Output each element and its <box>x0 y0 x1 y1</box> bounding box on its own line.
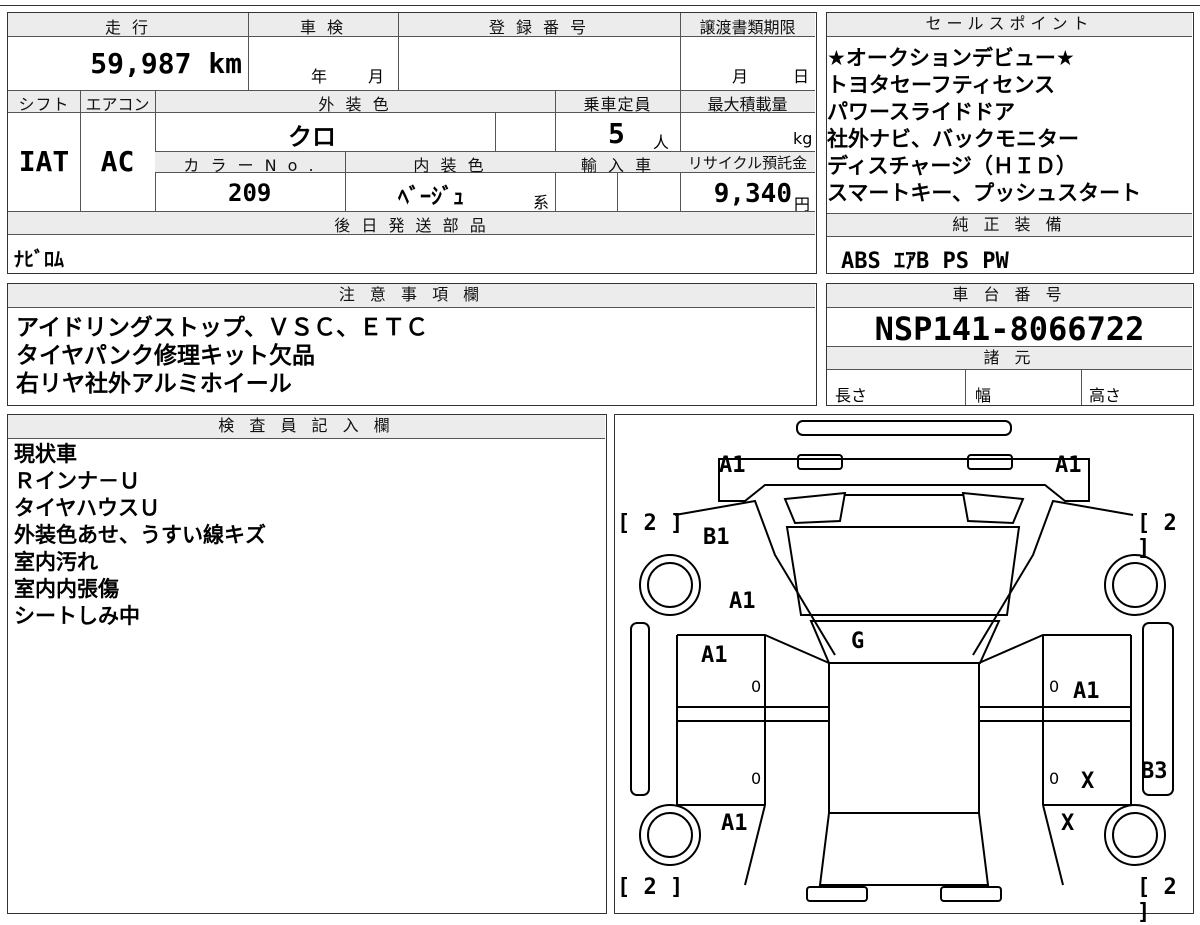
tire-rear-left-grade: [ 2 ] <box>617 875 684 900</box>
capacity-value: 5 <box>608 117 625 150</box>
top-cutoff-strip <box>0 0 1200 6</box>
divider <box>345 151 346 211</box>
later-parts-value: ﾅﾋﾞﾛﾑ <box>14 247 64 271</box>
shift-label: シフト <box>18 95 70 114</box>
length-label: 長さ <box>835 386 868 405</box>
inspector-line: 外装色あせ、うすい線キズ <box>14 523 266 547</box>
divider <box>617 173 618 211</box>
mark-front-door-left: A1 <box>701 643 728 668</box>
width-label: 幅 <box>975 386 992 405</box>
transfer-month: 月 <box>732 67 749 86</box>
door-zero-mark: 0 <box>1049 677 1060 696</box>
inspector-box: 検 査 員 記 入 欄 現状車 Ｒインナ－Ｕ タイヤハウスＵ 外装色あせ、うすい… <box>7 414 607 914</box>
sales-point-line: スマートキー、プッシュスタート <box>827 181 1142 205</box>
inspector-line: シートしみ中 <box>14 604 140 628</box>
sales-points-list: ★オークションデビュー★ トヨタセーフティセンス パワースライドドア 社外ナビ、… <box>827 45 1192 207</box>
divider <box>495 113 496 151</box>
notes-label: 注 意 事 項 欄 <box>8 284 815 308</box>
chassis-number-value: NSP141-8066722 <box>874 310 1145 348</box>
genuine-equipment-value: ABS ｴｱB PS PW <box>841 249 1009 274</box>
sales-point-line: パワースライドドア <box>827 100 1015 124</box>
mark-rear-door-right: X <box>1081 769 1095 794</box>
chassis-number-label: 車 台 番 号 <box>827 284 1192 308</box>
tire-front-left-grade: [ 2 ] <box>617 511 684 536</box>
shaken-year: 年 <box>311 67 328 86</box>
sales-points-label: セールスポイント <box>827 13 1192 37</box>
later-parts-label: 後 日 発 送 部 品 <box>334 216 489 235</box>
mark-rear-quarter-right: B3 <box>1141 759 1168 784</box>
mark-hood-left: A1 <box>729 589 756 614</box>
mark-fender-left: B1 <box>703 525 730 550</box>
shaken-label: 車 検 <box>299 18 347 37</box>
tire-front-right-grade: [ 2 ] <box>1137 511 1177 561</box>
mark-front-right: A1 <box>1055 453 1082 478</box>
mark-rear-right: X <box>1061 811 1075 836</box>
capacity-label: 乗車定員 <box>583 95 652 114</box>
note-line: タイヤパンク修理キット欠品 <box>16 343 315 369</box>
exterior-color-value: クロ <box>288 123 336 151</box>
recycle-deposit-value: 9,340 <box>713 179 792 209</box>
exterior-color-label: 外 装 色 <box>318 95 392 114</box>
divider <box>248 13 249 90</box>
color-no-label: カ ラ ー N o . <box>183 156 317 175</box>
inspector-label: 検 査 員 記 入 欄 <box>8 415 605 439</box>
mark-windshield: G <box>851 629 865 654</box>
divider <box>680 13 681 90</box>
spec-label: 諸 元 <box>827 346 1192 370</box>
inspector-line: 現状車 <box>14 442 77 466</box>
registration-label: 登 録 番 号 <box>488 18 590 37</box>
vehicle-info-table: 走 行 車 検 登 録 番 号 譲渡書類期限 59,987 km 年 月 月 日… <box>7 12 817 274</box>
divider <box>1081 370 1082 405</box>
inspector-line: 室内内張傷 <box>14 577 119 601</box>
aircon-value: AC <box>100 145 135 178</box>
mileage-value: 59,987 km <box>90 47 242 80</box>
transfer-day: 日 <box>793 67 810 86</box>
interior-color-suffix: 系 <box>533 193 550 212</box>
notes-box: 注 意 事 項 欄 アイドリングストップ、ＶＳＣ、ＥＴＣ タイヤパンク修理キット… <box>7 283 817 406</box>
notes-list: アイドリングストップ、ＶＳＣ、ＥＴＣ タイヤパンク修理キット欠品 右リヤ社外アル… <box>16 314 428 398</box>
inspector-line: 室内汚れ <box>14 550 98 574</box>
divider <box>965 370 966 405</box>
sales-point-line: ディスチャージ（ＨＩＤ） <box>827 154 1077 178</box>
mileage-label: 走 行 <box>104 18 152 37</box>
shift-value: IAT <box>18 145 70 178</box>
door-zero-mark: 0 <box>1049 769 1060 788</box>
capacity-unit: 人 <box>653 133 670 152</box>
inspector-line: タイヤハウスＵ <box>14 496 160 520</box>
note-line: 右リヤ社外アルミホイール <box>16 371 292 397</box>
transfer-deadline-label: 譲渡書類期限 <box>699 18 796 37</box>
max-load-label: 最大積載量 <box>707 95 788 114</box>
height-label: 高さ <box>1089 386 1122 405</box>
door-zero-mark: 0 <box>751 677 762 696</box>
mark-front-left: A1 <box>719 453 746 478</box>
sales-point-line: トヨタセーフティセンス <box>827 73 1056 97</box>
genuine-equipment-label: 純 正 装 備 <box>827 213 1192 237</box>
tire-rear-right-grade: [ 2 ] <box>1137 875 1177 925</box>
mark-front-door-right: A1 <box>1073 679 1100 704</box>
max-load-unit: kg <box>793 129 813 148</box>
car-diagram-box: [ 2 ] [ 2 ] [ 2 ] [ 2 ] A1 A1 B1 A1 G A1… <box>614 414 1194 925</box>
sales-points-box: セールスポイント ★オークションデビュー★ トヨタセーフティセンス パワースライ… <box>826 12 1194 274</box>
inspector-line: Ｒインナ－Ｕ <box>14 469 140 493</box>
mark-rear-fender-left: A1 <box>721 811 748 836</box>
divider <box>398 13 399 90</box>
chassis-box: 車 台 番 号 NSP141-8066722 諸 元 長さ 幅 高さ <box>826 283 1194 406</box>
note-line: アイドリングストップ、ＶＳＣ、ＥＴＣ <box>16 315 429 341</box>
shaken-month: 月 <box>368 67 385 86</box>
sales-point-line: 社外ナビ、バックモニター <box>827 127 1079 151</box>
inspector-list: 現状車 Ｒインナ－Ｕ タイヤハウスＵ 外装色あせ、うすい線キズ 室内汚れ 室内内… <box>14 441 266 630</box>
aircon-label: エアコン <box>85 95 150 114</box>
color-no-value: 209 <box>228 179 272 207</box>
recycle-deposit-label: リサイクル預託金 <box>687 154 808 172</box>
interior-color-label: 内 装 色 <box>413 156 487 175</box>
door-zero-mark: 0 <box>751 769 762 788</box>
sales-point-line: ★オークションデビュー★ <box>827 46 1075 70</box>
interior-color-value: ﾍﾞｰｼﾞｭ <box>398 185 465 210</box>
